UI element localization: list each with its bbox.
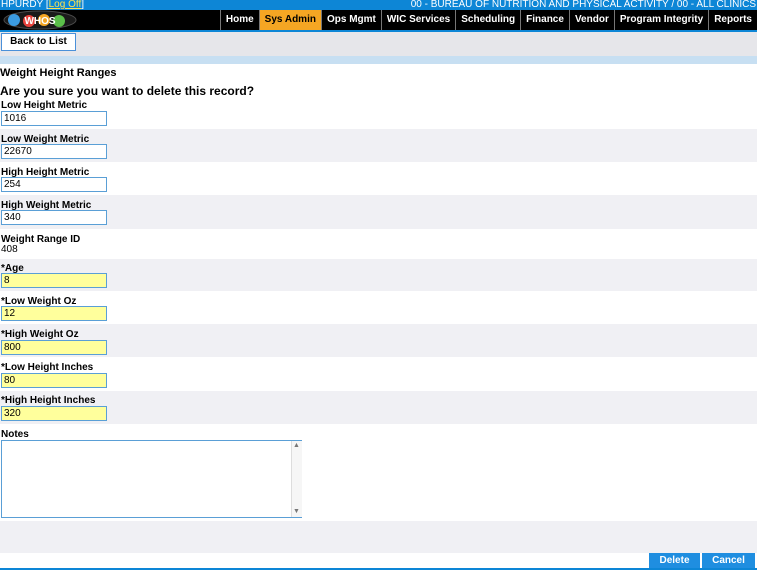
field-row-low-height-inches: *Low Height Inches	[0, 357, 757, 391]
nav-sys-admin[interactable]: Sys Admin	[258, 10, 321, 30]
nav-finance[interactable]: Finance	[520, 10, 569, 30]
nav-reports[interactable]: Reports	[708, 10, 757, 30]
cancel-button[interactable]: Cancel	[702, 553, 755, 568]
main-navigation: WHOS Home Sys Admin Ops Mgmt WIC Service…	[0, 10, 757, 30]
high-weight-metric-input[interactable]	[1, 210, 107, 225]
action-bar: Back to List	[0, 32, 757, 56]
organization-label: 00 - BUREAU OF NUTRITION AND PHYSICAL AC…	[410, 0, 756, 10]
log-off-link[interactable]: Log Off	[49, 0, 82, 10]
field-row-low-height-metric: Low Height Metric	[0, 97, 757, 129]
field-row-weight-range-id: Weight Range ID 408	[0, 229, 757, 259]
field-row-low-weight-metric: Low Weight Metric	[0, 129, 757, 162]
field-row-notes: Notes ▲ ▼	[0, 424, 757, 521]
logo-text: WHOS	[24, 16, 55, 27]
high-height-inches-label: *High Height Inches	[1, 395, 96, 406]
low-weight-metric-input[interactable]	[1, 144, 107, 159]
username: HPURDY	[1, 0, 44, 10]
field-row-high-weight-oz: *High Weight Oz	[0, 324, 757, 357]
whos-logo: WHOS	[2, 10, 78, 30]
low-weight-oz-input[interactable]	[1, 306, 107, 321]
high-weight-oz-input[interactable]	[1, 340, 107, 355]
notes-scrollbar[interactable]: ▲ ▼	[291, 441, 302, 517]
delete-button[interactable]: Delete	[649, 553, 700, 568]
form-footer-band	[0, 521, 757, 553]
scroll-down-icon[interactable]: ▼	[293, 508, 300, 516]
nav-scheduling[interactable]: Scheduling	[455, 10, 520, 30]
scroll-up-icon[interactable]: ▲	[293, 442, 300, 450]
low-height-metric-label: Low Height Metric	[1, 100, 88, 111]
nav-program-integrity[interactable]: Program Integrity	[613, 10, 708, 30]
field-row-high-height-metric: High Height Metric	[0, 162, 757, 195]
high-weight-oz-label: *High Weight Oz	[1, 329, 79, 340]
age-input[interactable]	[1, 273, 107, 288]
nav-ops-mgmt[interactable]: Ops Mgmt	[320, 10, 381, 30]
notes-label: Notes	[1, 429, 29, 440]
back-to-list-button[interactable]: Back to List	[1, 33, 76, 51]
nav-vendor[interactable]: Vendor	[568, 10, 614, 30]
nav-home[interactable]: Home	[219, 10, 259, 30]
field-row-age: *Age	[0, 259, 757, 291]
nav-menu: Home Sys Admin Ops Mgmt WIC Services Sch…	[219, 10, 757, 30]
high-height-metric-input[interactable]	[1, 177, 107, 192]
page-title: Weight Height Ranges	[0, 67, 117, 79]
low-height-metric-input[interactable]	[1, 111, 107, 126]
field-row-high-weight-metric: High Weight Metric	[0, 195, 757, 229]
field-row-low-weight-oz: *Low Weight Oz	[0, 291, 757, 324]
low-height-inches-label: *Low Height Inches	[1, 362, 94, 373]
field-row-high-height-inches: *High Height Inches	[0, 391, 757, 424]
delete-confirmation-prompt: Are you sure you want to delete this rec…	[0, 84, 255, 98]
low-height-inches-input[interactable]	[1, 373, 107, 388]
high-height-inches-input[interactable]	[1, 406, 107, 421]
top-status-bar: HPURDY [Log Off] 00 - BUREAU OF NUTRITIO…	[0, 0, 757, 10]
user-info: HPURDY [Log Off]	[1, 0, 85, 10]
header-divider	[0, 56, 757, 64]
weight-range-id-value: 408	[1, 244, 18, 255]
nav-wic-services[interactable]: WIC Services	[380, 10, 455, 30]
notes-textarea[interactable]	[1, 440, 302, 518]
